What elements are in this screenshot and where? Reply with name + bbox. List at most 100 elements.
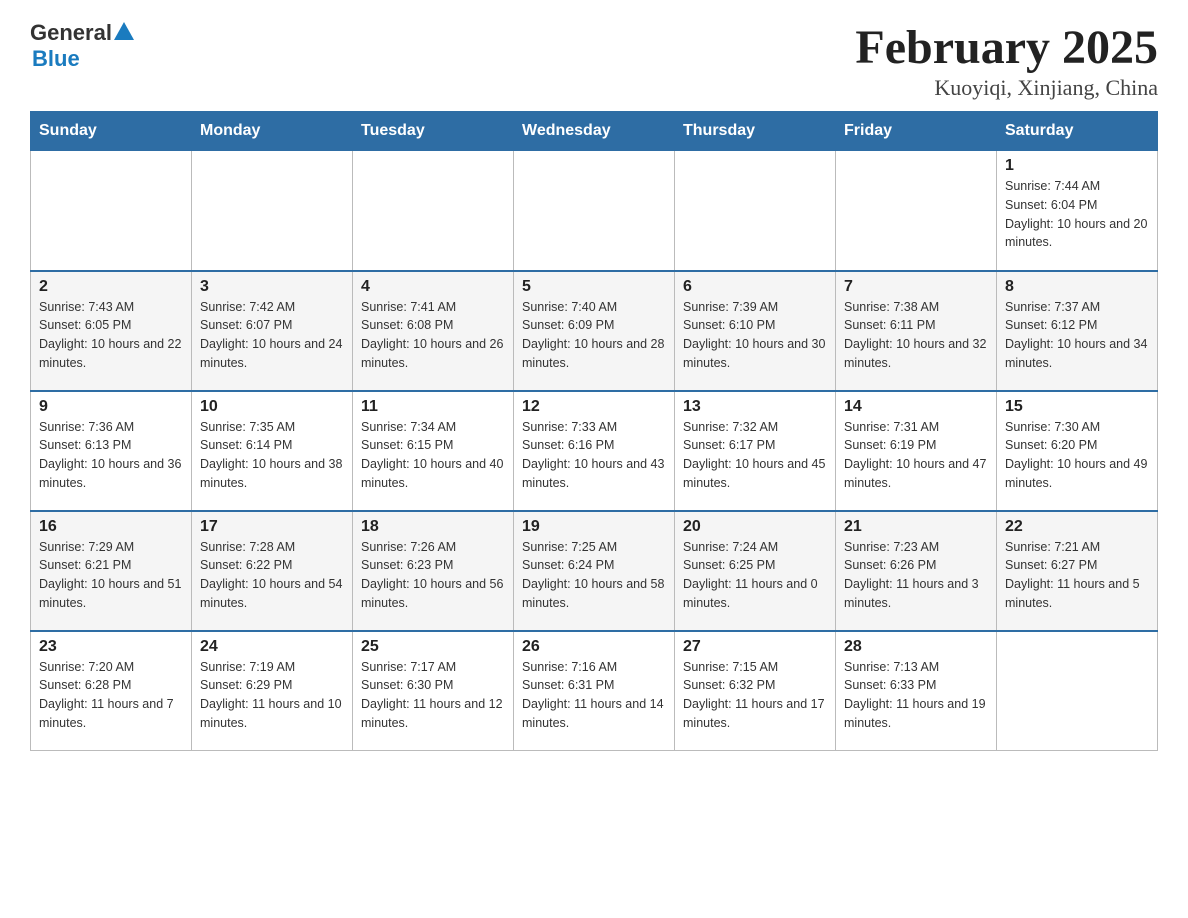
calendar-week-5: 23 Sunrise: 7:20 AMSunset: 6:28 PMDayligh… <box>31 631 1158 751</box>
day-info: Sunrise: 7:13 AMSunset: 6:33 PMDaylight:… <box>844 660 986 730</box>
calendar-cell: 19 Sunrise: 7:25 AMSunset: 6:24 PMDayligh… <box>514 511 675 631</box>
calendar-cell: 24 Sunrise: 7:19 AMSunset: 6:29 PMDayligh… <box>192 631 353 751</box>
day-number: 23 <box>39 638 183 656</box>
day-header-tuesday: Tuesday <box>353 112 514 151</box>
day-info: Sunrise: 7:25 AMSunset: 6:24 PMDaylight:… <box>522 540 664 610</box>
calendar-week-1: 1 Sunrise: 7:44 AMSunset: 6:04 PMDaylight… <box>31 151 1158 271</box>
day-info: Sunrise: 7:34 AMSunset: 6:15 PMDaylight:… <box>361 420 503 490</box>
calendar-subtitle: Kuoyiqi, Xinjiang, China <box>855 75 1158 101</box>
day-number: 15 <box>1005 398 1149 416</box>
day-info: Sunrise: 7:20 AMSunset: 6:28 PMDaylight:… <box>39 660 174 730</box>
calendar-week-2: 2Sunrise: 7:43 AMSunset: 6:05 PMDaylight… <box>31 271 1158 391</box>
day-number: 6 <box>683 278 827 296</box>
calendar-cell <box>31 151 192 271</box>
calendar-cell: 9Sunrise: 7:36 AMSunset: 6:13 PMDaylight… <box>31 391 192 511</box>
day-number: 12 <box>522 398 666 416</box>
day-info: Sunrise: 7:28 AMSunset: 6:22 PMDaylight:… <box>200 540 342 610</box>
day-header-sunday: Sunday <box>31 112 192 151</box>
calendar-cell <box>675 151 836 271</box>
day-number: 3 <box>200 278 344 296</box>
day-header-thursday: Thursday <box>675 112 836 151</box>
day-info: Sunrise: 7:16 AMSunset: 6:31 PMDaylight:… <box>522 660 664 730</box>
day-info: Sunrise: 7:40 AMSunset: 6:09 PMDaylight:… <box>522 300 664 370</box>
logo-general-text: General <box>30 20 112 46</box>
day-header-friday: Friday <box>836 112 997 151</box>
day-number: 28 <box>844 638 988 656</box>
calendar-cell: 15 Sunrise: 7:30 AMSunset: 6:20 PMDayligh… <box>997 391 1158 511</box>
day-header-monday: Monday <box>192 112 353 151</box>
day-number: 20 <box>683 518 827 536</box>
calendar-cell: 14 Sunrise: 7:31 AMSunset: 6:19 PMDayligh… <box>836 391 997 511</box>
day-info: Sunrise: 7:41 AMSunset: 6:08 PMDaylight:… <box>361 300 503 370</box>
day-info: Sunrise: 7:32 AMSunset: 6:17 PMDaylight:… <box>683 420 825 490</box>
day-number: 11 <box>361 398 505 416</box>
day-info: Sunrise: 7:38 AMSunset: 6:11 PMDaylight:… <box>844 300 986 370</box>
calendar-table: SundayMondayTuesdayWednesdayThursdayFrid… <box>30 111 1158 751</box>
day-info: Sunrise: 7:39 AMSunset: 6:10 PMDaylight:… <box>683 300 825 370</box>
calendar-cell: 26 Sunrise: 7:16 AMSunset: 6:31 PMDayligh… <box>514 631 675 751</box>
calendar-cell: 1 Sunrise: 7:44 AMSunset: 6:04 PMDaylight… <box>997 151 1158 271</box>
title-block: February 2025 Kuoyiqi, Xinjiang, China <box>855 20 1158 101</box>
day-number: 22 <box>1005 518 1149 536</box>
calendar-cell: 23 Sunrise: 7:20 AMSunset: 6:28 PMDayligh… <box>31 631 192 751</box>
calendar-cell: 8 Sunrise: 7:37 AMSunset: 6:12 PMDaylight… <box>997 271 1158 391</box>
day-info: Sunrise: 7:17 AMSunset: 6:30 PMDaylight:… <box>361 660 503 730</box>
day-header-saturday: Saturday <box>997 112 1158 151</box>
calendar-cell: 2Sunrise: 7:43 AMSunset: 6:05 PMDaylight… <box>31 271 192 391</box>
day-info: Sunrise: 7:37 AMSunset: 6:12 PMDaylight:… <box>1005 300 1147 370</box>
day-number: 21 <box>844 518 988 536</box>
calendar-cell: 27Sunrise: 7:15 AMSunset: 6:32 PMDayligh… <box>675 631 836 751</box>
calendar-cell: 25 Sunrise: 7:17 AMSunset: 6:30 PMDayligh… <box>353 631 514 751</box>
day-number: 8 <box>1005 278 1149 296</box>
day-info: Sunrise: 7:42 AMSunset: 6:07 PMDaylight:… <box>200 300 342 370</box>
calendar-cell <box>192 151 353 271</box>
day-number: 18 <box>361 518 505 536</box>
calendar-cell: 17 Sunrise: 7:28 AMSunset: 6:22 PMDayligh… <box>192 511 353 631</box>
calendar-cell: 28 Sunrise: 7:13 AMSunset: 6:33 PMDayligh… <box>836 631 997 751</box>
day-info: Sunrise: 7:21 AMSunset: 6:27 PMDaylight:… <box>1005 540 1140 610</box>
day-info: Sunrise: 7:31 AMSunset: 6:19 PMDaylight:… <box>844 420 986 490</box>
calendar-cell <box>836 151 997 271</box>
day-info: Sunrise: 7:19 AMSunset: 6:29 PMDaylight:… <box>200 660 342 730</box>
calendar-cell: 11 Sunrise: 7:34 AMSunset: 6:15 PMDayligh… <box>353 391 514 511</box>
day-info: Sunrise: 7:23 AMSunset: 6:26 PMDaylight:… <box>844 540 979 610</box>
day-number: 10 <box>200 398 344 416</box>
day-info: Sunrise: 7:29 AMSunset: 6:21 PMDaylight:… <box>39 540 181 610</box>
logo: General Blue <box>30 20 134 72</box>
day-number: 1 <box>1005 157 1149 175</box>
day-number: 19 <box>522 518 666 536</box>
page-header: General Blue February 2025 Kuoyiqi, Xinj… <box>30 20 1158 101</box>
day-number: 25 <box>361 638 505 656</box>
calendar-header-row: SundayMondayTuesdayWednesdayThursdayFrid… <box>31 112 1158 151</box>
day-number: 17 <box>200 518 344 536</box>
calendar-cell: 12 Sunrise: 7:33 AMSunset: 6:16 PMDayligh… <box>514 391 675 511</box>
day-number: 24 <box>200 638 344 656</box>
calendar-title: February 2025 <box>855 20 1158 75</box>
calendar-cell: 22 Sunrise: 7:21 AMSunset: 6:27 PMDayligh… <box>997 511 1158 631</box>
calendar-cell <box>997 631 1158 751</box>
calendar-cell: 5 Sunrise: 7:40 AMSunset: 6:09 PMDaylight… <box>514 271 675 391</box>
day-number: 5 <box>522 278 666 296</box>
calendar-cell: 6 Sunrise: 7:39 AMSunset: 6:10 PMDaylight… <box>675 271 836 391</box>
day-info: Sunrise: 7:44 AMSunset: 6:04 PMDaylight:… <box>1005 179 1147 249</box>
day-number: 7 <box>844 278 988 296</box>
day-header-wednesday: Wednesday <box>514 112 675 151</box>
day-number: 2 <box>39 278 183 296</box>
calendar-cell: 21 Sunrise: 7:23 AMSunset: 6:26 PMDayligh… <box>836 511 997 631</box>
calendar-cell <box>353 151 514 271</box>
calendar-cell <box>514 151 675 271</box>
calendar-cell: 7 Sunrise: 7:38 AMSunset: 6:11 PMDaylight… <box>836 271 997 391</box>
day-info: Sunrise: 7:36 AMSunset: 6:13 PMDaylight:… <box>39 420 181 490</box>
day-number: 16 <box>39 518 183 536</box>
day-info: Sunrise: 7:30 AMSunset: 6:20 PMDaylight:… <box>1005 420 1147 490</box>
day-number: 26 <box>522 638 666 656</box>
calendar-cell: 13Sunrise: 7:32 AMSunset: 6:17 PMDayligh… <box>675 391 836 511</box>
day-number: 14 <box>844 398 988 416</box>
calendar-week-4: 16 Sunrise: 7:29 AMSunset: 6:21 PMDayligh… <box>31 511 1158 631</box>
day-info: Sunrise: 7:33 AMSunset: 6:16 PMDaylight:… <box>522 420 664 490</box>
calendar-cell: 3 Sunrise: 7:42 AMSunset: 6:07 PMDaylight… <box>192 271 353 391</box>
calendar-cell: 18Sunrise: 7:26 AMSunset: 6:23 PMDayligh… <box>353 511 514 631</box>
day-info: Sunrise: 7:24 AMSunset: 6:25 PMDaylight:… <box>683 540 818 610</box>
day-info: Sunrise: 7:15 AMSunset: 6:32 PMDaylight:… <box>683 660 825 730</box>
logo-blue-text: Blue <box>32 46 80 72</box>
